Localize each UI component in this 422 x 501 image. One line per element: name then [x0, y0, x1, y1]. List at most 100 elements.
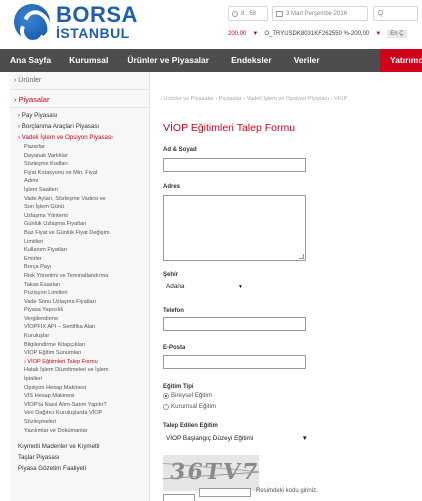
- nav-ana-sayfa[interactable]: Ana Sayfa: [0, 49, 51, 72]
- sidebar-item[interactable]: › Borçlanma Araçları Piyasası: [10, 121, 149, 132]
- sidebar-bottom-item[interactable]: Kıymetli Madenler ve Kıymetli: [10, 441, 149, 452]
- sidebar-item[interactable]: Piyasa Yapıcılık: [10, 306, 149, 315]
- radio-bireysel-input[interactable]: [163, 392, 169, 399]
- sidebar-item[interactable]: VİOPFIX API – Sertifika Alan: [10, 323, 149, 332]
- radio-bireysel-label: Bireysel Eğitim: [171, 392, 212, 399]
- sidebar-item[interactable]: İptalleri: [10, 375, 149, 384]
- address-label: Adres: [163, 184, 181, 190]
- sidebar-item[interactable]: Son İşlem Günü: [10, 203, 149, 212]
- page-title: VİOP Eğitimleri Talep Formu: [163, 122, 296, 134]
- sidebar-item-label: Günlük Uzlaşma Fiyatları: [24, 221, 87, 228]
- sidebar-item[interactable]: İşlem Saatleri: [10, 186, 149, 195]
- sidebar-item-label: Yazılımlar ve Dokümanlar: [24, 427, 88, 434]
- sidebar-item[interactable]: Uzlaşma Yöntemi: [10, 212, 149, 221]
- sidebar-item[interactable]: Emirler: [10, 255, 149, 264]
- city-select[interactable]: Adana ▼: [163, 281, 243, 292]
- sidebar-item-label: VİOP Eğitimleri Talep Formu: [27, 358, 98, 365]
- date-text: 3 Mart Perşembe 2016: [286, 10, 348, 17]
- sidebar-section-label: Piyasalar: [18, 95, 50, 104]
- clock-display: 8 : 58: [228, 6, 268, 21]
- phone-label: Telefon: [163, 308, 184, 314]
- clock-icon: [232, 10, 238, 17]
- market-ticker: 200,00 ▼ O_TRYUSDK8031KF262550 %-200,00 …: [228, 27, 422, 41]
- sidebar-item-label: Hatalı İşlem Düzeltmeleri ve İşlem: [24, 367, 109, 374]
- radio-kurumsal[interactable]: Kurumsal Eğitim: [163, 403, 216, 410]
- sidebar-item[interactable]: VİOP Eğitim Sunumları: [10, 349, 149, 358]
- name-field[interactable]: [163, 158, 306, 172]
- sidebar-item-label: Borça Payı: [24, 264, 52, 271]
- sidebar-menu: › Ürünler › Piyasalar › Pay Piyasası › Bo…: [10, 72, 150, 501]
- breadcrumb[interactable]: › Ürünler ve Piyasalar › Piyasalar › Vad…: [160, 96, 422, 102]
- sidebar-item[interactable]: › Vadeli İşlem ve Opsiyon Piyasası: [10, 132, 149, 143]
- sidebar-item[interactable]: Günlük Uzlaşma Fiyatları: [10, 220, 149, 229]
- sidebar-item[interactable]: Hatalı İşlem Düzeltmeleri ve İşlem: [10, 366, 149, 375]
- sidebar-item-label: Takas Esasları: [24, 281, 61, 288]
- sidebar-item[interactable]: VİOP'ta Nasıl Alım-Satım Yapılır?: [10, 401, 149, 410]
- sidebar-item[interactable]: Opsiyon Hesap Makinesi: [10, 384, 149, 393]
- sidebar-item[interactable]: Sözleşme Kodları: [10, 160, 149, 169]
- sidebar-item[interactable]: Veri Dağıtıcı Kuruluşlarda VİOP: [10, 409, 149, 418]
- nav-endeksler[interactable]: Endeksler: [209, 49, 272, 72]
- sidebar-item-label: Vade Sonu Uzlaşma Fiyatları: [24, 298, 97, 305]
- sidebar-item[interactable]: Vergilendirme: [10, 315, 149, 324]
- nav-urunler-ve-piyasalar[interactable]: Ürünler ve Piyasalar: [108, 49, 209, 72]
- main-navbar: Ana Sayfa Kurumsal Ürünler ve Piyasalar …: [0, 49, 422, 72]
- date-display: 3 Mart Perşembe 2016: [272, 6, 368, 21]
- sidebar-item[interactable]: Dayanak Varlıklar: [10, 152, 149, 161]
- nav-yatirimci[interactable]: Yatırımc: [380, 49, 422, 72]
- nav-kurumsal[interactable]: Kurumsal: [51, 49, 108, 72]
- sidebar-item[interactable]: Sözleşmeleri: [10, 418, 149, 427]
- phone-field[interactable]: [163, 317, 306, 331]
- sidebar-item-label: Risk Yönetimi ve Teminatlandırma: [24, 272, 109, 279]
- name-label: Ad & Soyad: [163, 147, 197, 153]
- sidebar-item[interactable]: › VİOP Eğitimleri Talep Formu: [10, 358, 149, 367]
- site-header: BORSA İSTANBUL 8 : 58 3 Mart Perşembe 20…: [0, 0, 422, 48]
- search-icon[interactable]: Q: [378, 10, 383, 17]
- requested-training-select[interactable]: VİOP Başlangıç Düzeyi Eğitimi ▼: [163, 433, 308, 444]
- sidebar-item[interactable]: Vade Sonu Uzlaşma Fiyatları: [10, 298, 149, 307]
- sidebar-item[interactable]: Pazarlar: [10, 143, 149, 152]
- sidebar-item-label: Adımı: [24, 178, 39, 185]
- sidebar-item[interactable]: Adımı: [10, 177, 149, 186]
- sidebar-item-label: Taşlar Piyasası: [18, 454, 60, 462]
- sidebar-item[interactable]: Baz Fiyat ve Günlük Fiyat Değişim: [10, 229, 149, 238]
- sidebar-item[interactable]: VIS Hesap Makinesi: [10, 392, 149, 401]
- resize-grip-icon[interactable]: [299, 254, 304, 259]
- radio-kurumsal-label: Kurumsal Eğitim: [171, 403, 217, 410]
- email-label: E-Posta: [163, 345, 186, 351]
- sidebar-item-label: VİOP Eğitim Sunumları: [24, 350, 82, 357]
- search-input[interactable]: Q: [373, 6, 418, 21]
- sidebar-item-label: Vade Ayları, Sözleşme Vadesi ve: [24, 195, 106, 202]
- sidebar-item[interactable]: Yazılımlar ve Dokümanlar: [10, 427, 149, 436]
- sidebar-item[interactable]: Limitleri: [10, 238, 149, 247]
- sidebar-item[interactable]: Kullanım Fiyatları: [10, 246, 149, 255]
- sidebar-item-label: İşlem Saatleri: [24, 186, 58, 193]
- sidebar-item[interactable]: Vade Ayları, Sözleşme Vadesi ve: [10, 195, 149, 204]
- radio-kurumsal-input[interactable]: [163, 403, 169, 410]
- sidebar-item[interactable]: Borça Payı: [10, 263, 149, 272]
- sidebar-item[interactable]: Kuruluşlar: [10, 332, 149, 341]
- radio-bireysel[interactable]: Bireysel Eğitim: [163, 392, 212, 399]
- address-textarea[interactable]: [163, 195, 306, 261]
- captcha-input[interactable]: [199, 488, 251, 497]
- sidebar-bottom-item[interactable]: Taşlar Piyasası: [10, 452, 149, 463]
- sidebar-item[interactable]: Takas Esasları: [10, 281, 149, 290]
- sidebar-bottom-item[interactable]: Piyasa Gözetim Faaliyeti: [10, 463, 149, 474]
- sidebar-section-piyasalar[interactable]: › Piyasalar: [10, 90, 149, 108]
- sidebar-item-urunler[interactable]: › Ürünler: [10, 72, 149, 90]
- sidebar-item[interactable]: Fiyat Kotasyonu ve Min. Fiyat: [10, 169, 149, 178]
- email-field[interactable]: [163, 355, 306, 369]
- city-select-value: Adana: [166, 283, 185, 290]
- sidebar-item-label: Pozisyon Limitleri: [24, 290, 68, 297]
- sidebar-item[interactable]: › Pay Piyasası: [10, 110, 149, 121]
- logo-text-istanbul[interactable]: İSTANBUL: [56, 25, 130, 41]
- borsa-istanbul-logo-icon[interactable]: [14, 4, 50, 40]
- sidebar-item[interactable]: Bilgilendirme Kitapçıkları: [10, 341, 149, 350]
- sidebar-item[interactable]: Pozisyon Limitleri: [10, 289, 149, 298]
- chevron-down-icon: ▼: [238, 283, 243, 290]
- captcha-input-secondary[interactable]: [163, 494, 195, 501]
- clock-time: 8 : 58: [241, 10, 257, 17]
- sidebar-item[interactable]: Risk Yönetimi ve Teminatlandırma: [10, 272, 149, 281]
- ticker-chip: En Ç: [387, 30, 407, 38]
- nav-veriler[interactable]: Veriler: [272, 49, 320, 72]
